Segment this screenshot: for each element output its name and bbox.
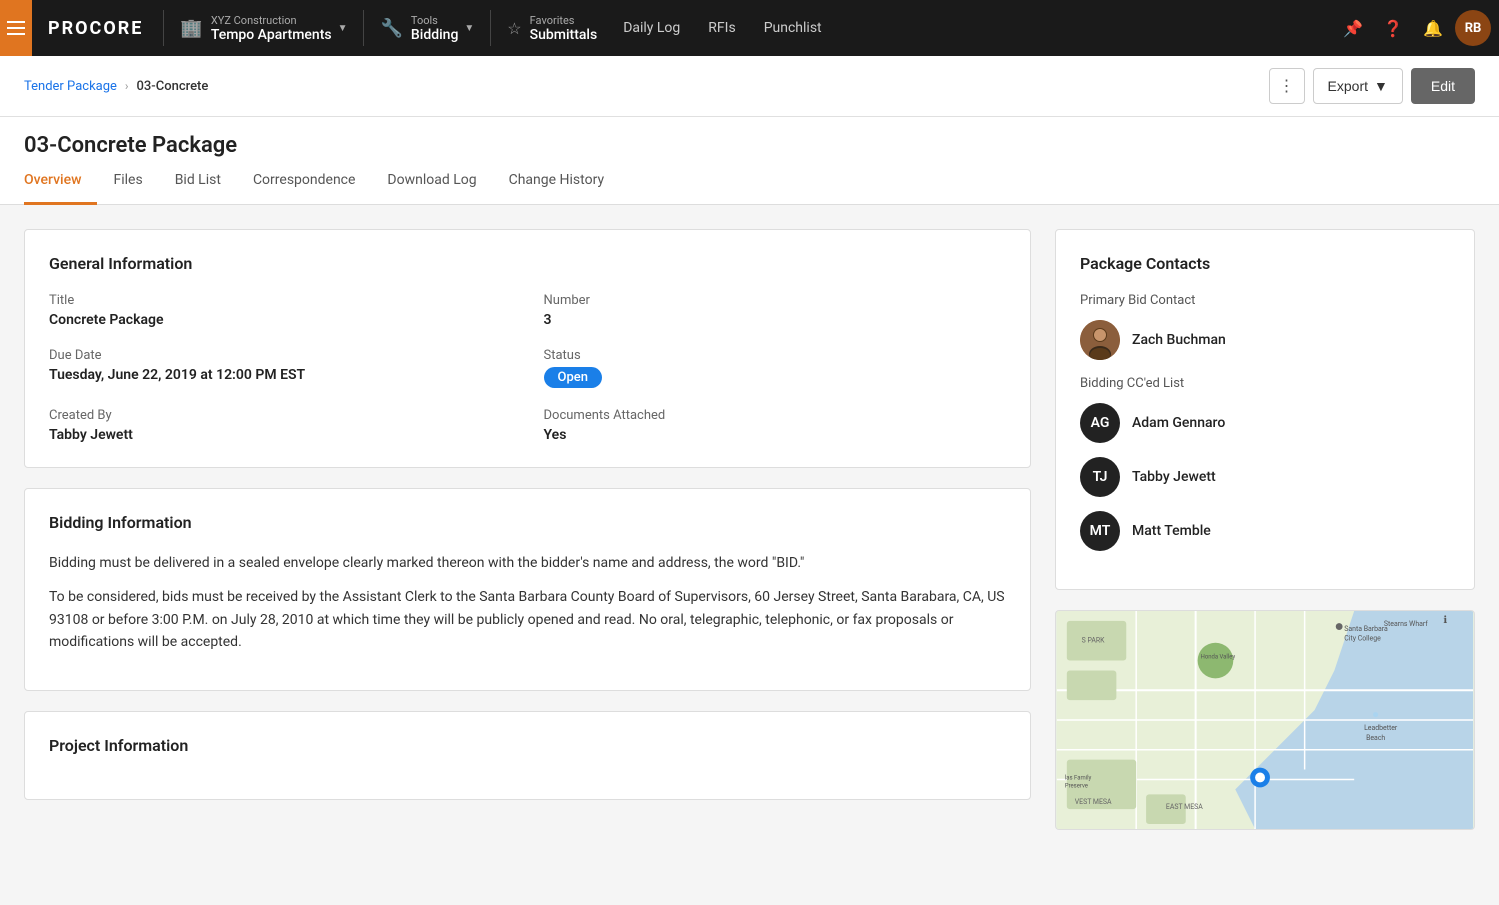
breadcrumb-separator: ›: [125, 79, 129, 93]
tab-change-history[interactable]: Change History: [493, 158, 620, 205]
top-nav: PROCORE 🏢 XYZ Construction Tempo Apartme…: [0, 0, 1499, 56]
status-label: Status: [544, 348, 1007, 363]
main-content: General Information Title Concrete Packa…: [0, 205, 1499, 905]
favorites-selector[interactable]: ☆ Favorites Submittals: [495, 0, 609, 56]
project-info-card: Project Information: [24, 711, 1031, 800]
tools-icon: 🔧: [380, 18, 402, 39]
export-chevron-down-icon: ▼: [1374, 78, 1388, 94]
cc-list-label: Bidding CC'ed List: [1080, 376, 1450, 391]
tools-chevron-down-icon: ▼: [464, 23, 474, 34]
bidding-info-title: Bidding Information: [49, 513, 1006, 532]
due-date-value: Tuesday, June 22, 2019 at 12:00 PM EST: [49, 367, 512, 383]
package-contacts-card: Package Contacts Primary Bid Contact Zac…: [1055, 229, 1475, 590]
package-contacts-title: Package Contacts: [1080, 254, 1450, 273]
breadcrumb-current: 03-Concrete: [137, 79, 209, 94]
sidebar-toggle-button[interactable]: [0, 0, 32, 56]
tab-download-log[interactable]: Download Log: [371, 158, 492, 205]
title-field: Title Concrete Package: [49, 293, 512, 328]
status-badge: Open: [544, 367, 602, 388]
primary-contact-avatar: [1080, 320, 1120, 360]
star-icon: ☆: [507, 19, 521, 38]
title-value: Concrete Package: [49, 312, 512, 328]
cc-contact-row-2: MT Matt Temble: [1080, 511, 1450, 551]
favorites-section-content: Favorites Submittals: [530, 14, 598, 43]
breadcrumb: Tender Package › 03-Concrete: [24, 79, 208, 94]
primary-contact-row: Zach Buchman: [1080, 320, 1450, 360]
tab-files[interactable]: Files: [97, 158, 158, 205]
breadcrumb-parent-link[interactable]: Tender Package: [24, 79, 117, 94]
number-label: Number: [544, 293, 1007, 308]
general-info-grid: Title Concrete Package Number 3 Due Date…: [49, 293, 1006, 443]
cc-contact-avatar-0: AG: [1080, 403, 1120, 443]
daily-log-link[interactable]: Daily Log: [609, 0, 694, 56]
documents-value: Yes: [544, 427, 1007, 443]
edit-button[interactable]: Edit: [1411, 68, 1475, 104]
user-avatar[interactable]: RB: [1455, 10, 1491, 46]
cc-contact-row-0: AG Adam Gennaro: [1080, 403, 1450, 443]
tabs-bar: Overview Files Bid List Correspondence D…: [0, 158, 1499, 205]
tab-correspondence[interactable]: Correspondence: [237, 158, 371, 205]
company-selector[interactable]: 🏢 XYZ Construction Tempo Apartments ▼: [168, 0, 359, 56]
breadcrumb-actions: ⋮ Export ▼ Edit: [1269, 68, 1475, 104]
company-chevron-down-icon: ▼: [338, 23, 348, 34]
notifications-pin-icon[interactable]: 📌: [1335, 10, 1371, 46]
number-field: Number 3: [544, 293, 1007, 328]
cc-contact-name-1: Tabby Jewett: [1132, 469, 1216, 485]
page-title-bar: 03-Concrete Package: [0, 117, 1499, 158]
bidding-info-card: Bidding Information Bidding must be deli…: [24, 488, 1031, 691]
company-section-content: XYZ Construction Tempo Apartments: [211, 14, 332, 43]
right-column: Package Contacts Primary Bid Contact Zac…: [1055, 229, 1475, 881]
created-by-label: Created By: [49, 408, 512, 423]
left-column: General Information Title Concrete Packa…: [24, 229, 1031, 881]
cc-contact-name-0: Adam Gennaro: [1132, 415, 1225, 431]
nav-divider-2: [363, 10, 364, 46]
breadcrumb-bar: Tender Package › 03-Concrete ⋮ Export ▼ …: [0, 56, 1499, 117]
due-date-label: Due Date: [49, 348, 512, 363]
created-by-value: Tabby Jewett: [49, 427, 512, 443]
cc-contact-name-2: Matt Temble: [1132, 523, 1211, 539]
primary-contact-name: Zach Buchman: [1132, 332, 1226, 348]
general-info-card: General Information Title Concrete Packa…: [24, 229, 1031, 468]
bidding-info-text: Bidding must be delivered in a sealed en…: [49, 552, 1006, 654]
status-field: Status Open: [544, 348, 1007, 388]
tools-section-content: Tools Bidding: [411, 14, 458, 43]
rfis-link[interactable]: RFIs: [694, 0, 749, 56]
bell-icon[interactable]: 🔔: [1415, 10, 1451, 46]
building-icon: 🏢: [180, 18, 202, 39]
due-date-field: Due Date Tuesday, June 22, 2019 at 12:00…: [49, 348, 512, 388]
tools-selector[interactable]: 🔧 Tools Bidding ▼: [368, 0, 486, 56]
more-options-button[interactable]: ⋮: [1269, 68, 1305, 104]
nav-divider-3: [490, 10, 491, 46]
cc-contact-avatar-2: MT: [1080, 511, 1120, 551]
export-button[interactable]: Export ▼: [1313, 68, 1403, 104]
project-info-title: Project Information: [49, 736, 1006, 755]
procore-logo[interactable]: PROCORE: [32, 18, 159, 39]
documents-label: Documents Attached: [544, 408, 1007, 423]
bidding-para-2: To be considered, bids must be received …: [49, 586, 1006, 653]
map-container[interactable]: S PARK Honda Valley las Family Preserve …: [1055, 610, 1475, 830]
documents-field: Documents Attached Yes: [544, 408, 1007, 443]
tab-overview[interactable]: Overview: [24, 158, 97, 205]
general-info-title: General Information: [49, 254, 1006, 273]
cc-contact-row-1: TJ Tabby Jewett: [1080, 457, 1450, 497]
primary-bid-contact-label: Primary Bid Contact: [1080, 293, 1450, 308]
map-svg: S PARK Honda Valley las Family Preserve …: [1056, 611, 1474, 829]
help-icon[interactable]: ❓: [1375, 10, 1411, 46]
created-by-field: Created By Tabby Jewett: [49, 408, 512, 443]
nav-divider-1: [163, 10, 164, 46]
tab-bid-list[interactable]: Bid List: [159, 158, 237, 205]
punchlist-link[interactable]: Punchlist: [750, 0, 836, 56]
bidding-para-1: Bidding must be delivered in a sealed en…: [49, 552, 1006, 574]
nav-action-icons: 📌 ❓ 🔔 RB: [1335, 10, 1499, 46]
title-label: Title: [49, 293, 512, 308]
page-title: 03-Concrete Package: [24, 133, 1475, 158]
number-value: 3: [544, 312, 1007, 328]
cc-contact-avatar-1: TJ: [1080, 457, 1120, 497]
